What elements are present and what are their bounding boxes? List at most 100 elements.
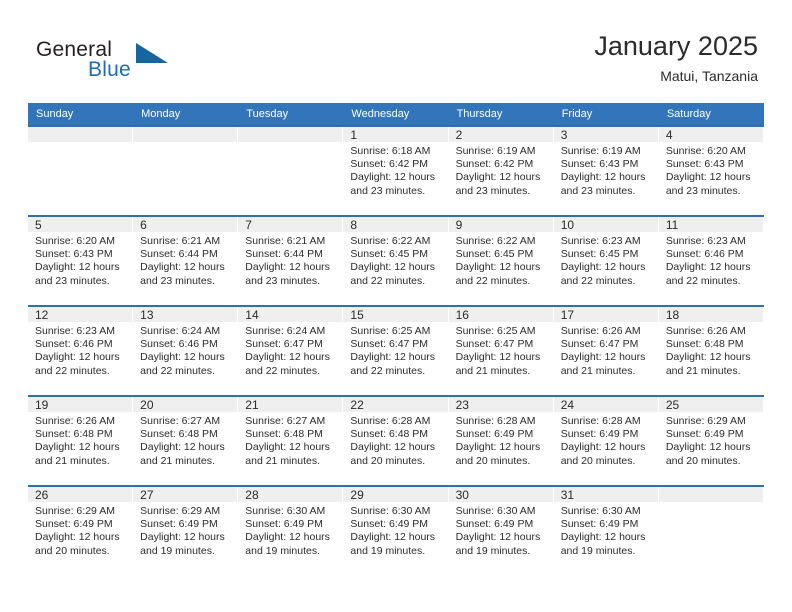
day-cell[interactable]: 22 Sunrise: 6:28 AM Sunset: 6:48 PM Dayl… <box>343 397 449 485</box>
day-cell[interactable]: 30 Sunrise: 6:30 AM Sunset: 6:49 PM Dayl… <box>448 487 554 575</box>
daylight-text-line2: and 19 minutes. <box>455 544 531 557</box>
day-info: Sunrise: 6:20 AM Sunset: 6:43 PM Dayligh… <box>28 232 132 288</box>
daylight-text-line1: Daylight: 12 hours <box>560 441 646 454</box>
sunrise-text: Sunrise: 6:29 AM <box>140 505 221 517</box>
day-cell[interactable]: 10 Sunrise: 6:23 AM Sunset: 6:45 PM Dayl… <box>553 217 659 305</box>
day-cell[interactable]: 8 Sunrise: 6:22 AM Sunset: 6:45 PM Dayli… <box>343 217 449 305</box>
day-number: 26 <box>35 488 49 502</box>
day-cell[interactable]: 23 Sunrise: 6:28 AM Sunset: 6:49 PM Dayl… <box>448 397 554 485</box>
day-cell[interactable]: 31 Sunrise: 6:30 AM Sunset: 6:49 PM Dayl… <box>553 487 659 575</box>
day-number: 3 <box>560 128 568 142</box>
sunrise-text: Sunrise: 6:18 AM <box>350 145 431 157</box>
day-info: Sunrise: 6:22 AM Sunset: 6:45 PM Dayligh… <box>343 232 447 288</box>
general-blue-logo[interactable]: General Blue <box>36 38 236 86</box>
day-info: Sunrise: 6:30 AM Sunset: 6:49 PM Dayligh… <box>554 502 658 558</box>
daylight-text-line2: and 23 minutes. <box>560 184 636 197</box>
day-cell[interactable]: 14 Sunrise: 6:24 AM Sunset: 6:47 PM Dayl… <box>238 307 344 395</box>
sunrise-text: Sunrise: 6:28 AM <box>560 415 641 427</box>
day-number-band <box>448 127 553 142</box>
daylight-text-line2: and 20 minutes. <box>350 454 426 467</box>
day-cell[interactable]: 25 Sunrise: 6:29 AM Sunset: 6:49 PM Dayl… <box>658 397 764 485</box>
sunrise-text: Sunrise: 6:30 AM <box>455 505 536 517</box>
sunset-text: Sunset: 6:47 PM <box>560 338 639 351</box>
sunset-text: Sunset: 6:49 PM <box>455 428 534 441</box>
day-number-band <box>238 127 343 142</box>
day-cell[interactable]: 29 Sunrise: 6:30 AM Sunset: 6:49 PM Dayl… <box>343 487 449 575</box>
day-cell[interactable]: 15 Sunrise: 6:25 AM Sunset: 6:47 PM Dayl… <box>343 307 449 395</box>
sunrise-text: Sunrise: 6:29 AM <box>665 415 746 427</box>
day-cell[interactable]: 12 Sunrise: 6:23 AM Sunset: 6:46 PM Dayl… <box>28 307 134 395</box>
day-cell[interactable]: 1 Sunrise: 6:18 AM Sunset: 6:42 PM Dayli… <box>343 127 449 215</box>
weekday-header-tuesday: Tuesday <box>246 108 289 120</box>
day-info: Sunrise: 6:24 AM Sunset: 6:46 PM Dayligh… <box>133 322 237 378</box>
sunrise-text: Sunrise: 6:26 AM <box>35 415 115 427</box>
sunrise-text: Sunrise: 6:30 AM <box>245 505 326 517</box>
day-number: 19 <box>35 398 49 412</box>
daylight-text-line1: Daylight: 12 hours <box>245 441 330 454</box>
sunrise-text: Sunrise: 6:22 AM <box>350 235 431 247</box>
daylight-text-line1: Daylight: 12 hours <box>665 261 751 274</box>
calendar-page: General Blue January 2025 Matui, Tanzani… <box>0 0 792 612</box>
day-info: Sunrise: 6:19 AM Sunset: 6:42 PM Dayligh… <box>449 142 553 198</box>
daylight-text-line2: and 22 minutes. <box>350 364 426 377</box>
day-number: 27 <box>140 488 154 502</box>
day-number: 22 <box>350 398 364 412</box>
day-cell <box>28 127 134 215</box>
day-info: Sunrise: 6:30 AM Sunset: 6:49 PM Dayligh… <box>449 502 553 558</box>
day-cell[interactable]: 11 Sunrise: 6:23 AM Sunset: 6:46 PM Dayl… <box>658 217 764 305</box>
calendar-week-row: 19 Sunrise: 6:26 AM Sunset: 6:48 PM Dayl… <box>28 395 764 485</box>
day-number-band <box>553 127 658 142</box>
day-info: Sunrise: 6:18 AM Sunset: 6:42 PM Dayligh… <box>343 142 447 198</box>
daylight-text-line1: Daylight: 12 hours <box>140 441 225 454</box>
sunset-text: Sunset: 6:46 PM <box>665 248 744 261</box>
sunset-text: Sunset: 6:48 PM <box>350 428 429 441</box>
day-number: 21 <box>245 398 259 412</box>
day-number: 16 <box>455 308 469 322</box>
day-cell[interactable]: 19 Sunrise: 6:26 AM Sunset: 6:48 PM Dayl… <box>28 397 134 485</box>
day-cell[interactable]: 26 Sunrise: 6:29 AM Sunset: 6:49 PM Dayl… <box>28 487 134 575</box>
daylight-text-line1: Daylight: 12 hours <box>665 441 751 454</box>
day-cell[interactable]: 4 Sunrise: 6:20 AM Sunset: 6:43 PM Dayli… <box>658 127 764 215</box>
day-number-band <box>133 127 238 142</box>
day-number-band <box>343 217 448 232</box>
day-cell[interactable]: 16 Sunrise: 6:25 AM Sunset: 6:47 PM Dayl… <box>448 307 554 395</box>
day-number-band <box>238 217 343 232</box>
day-info: Sunrise: 6:22 AM Sunset: 6:45 PM Dayligh… <box>449 232 553 288</box>
sunrise-text: Sunrise: 6:19 AM <box>560 145 641 157</box>
weekday-header-saturday: Saturday <box>666 108 711 120</box>
day-info: Sunrise: 6:29 AM Sunset: 6:49 PM Dayligh… <box>659 412 763 468</box>
day-cell[interactable]: 3 Sunrise: 6:19 AM Sunset: 6:43 PM Dayli… <box>553 127 659 215</box>
day-cell[interactable]: 24 Sunrise: 6:28 AM Sunset: 6:49 PM Dayl… <box>553 397 659 485</box>
day-cell[interactable]: 2 Sunrise: 6:19 AM Sunset: 6:42 PM Dayli… <box>448 127 554 215</box>
daylight-text-line1: Daylight: 12 hours <box>140 351 225 364</box>
day-cell[interactable]: 13 Sunrise: 6:24 AM Sunset: 6:46 PM Dayl… <box>133 307 239 395</box>
sunset-text: Sunset: 6:49 PM <box>35 518 113 531</box>
day-cell[interactable]: 28 Sunrise: 6:30 AM Sunset: 6:49 PM Dayl… <box>238 487 344 575</box>
weekday-header-sunday: Sunday <box>36 108 74 120</box>
daylight-text-line2: and 20 minutes. <box>665 454 741 467</box>
daylight-text-line1: Daylight: 12 hours <box>560 171 646 184</box>
daylight-text-line2: and 19 minutes. <box>140 544 215 557</box>
daylight-text-line2: and 20 minutes. <box>35 544 110 557</box>
day-cell[interactable]: 27 Sunrise: 6:29 AM Sunset: 6:49 PM Dayl… <box>133 487 239 575</box>
day-number-band <box>28 127 133 142</box>
day-cell[interactable]: 18 Sunrise: 6:26 AM Sunset: 6:48 PM Dayl… <box>658 307 764 395</box>
day-info: Sunrise: 6:29 AM Sunset: 6:49 PM Dayligh… <box>133 502 237 558</box>
day-cell[interactable]: 9 Sunrise: 6:22 AM Sunset: 6:45 PM Dayli… <box>448 217 554 305</box>
day-cell[interactable]: 20 Sunrise: 6:27 AM Sunset: 6:48 PM Dayl… <box>133 397 239 485</box>
day-number: 6 <box>140 218 147 232</box>
day-cell[interactable]: 5 Sunrise: 6:20 AM Sunset: 6:43 PM Dayli… <box>28 217 134 305</box>
calendar-table: Sunday Monday Tuesday Wednesday Thursday… <box>28 103 764 575</box>
sunrise-text: Sunrise: 6:30 AM <box>350 505 431 517</box>
day-cell[interactable]: 21 Sunrise: 6:27 AM Sunset: 6:48 PM Dayl… <box>238 397 344 485</box>
daylight-text-line1: Daylight: 12 hours <box>35 531 120 544</box>
day-cell[interactable]: 7 Sunrise: 6:21 AM Sunset: 6:44 PM Dayli… <box>238 217 344 305</box>
day-number: 8 <box>350 218 358 232</box>
day-cell[interactable]: 6 Sunrise: 6:21 AM Sunset: 6:44 PM Dayli… <box>133 217 239 305</box>
sunset-text: Sunset: 6:44 PM <box>140 248 218 261</box>
day-number-band <box>658 127 763 142</box>
sunrise-text: Sunrise: 6:23 AM <box>35 325 115 337</box>
daylight-text-line2: and 23 minutes. <box>35 274 110 287</box>
daylight-text-line1: Daylight: 12 hours <box>560 531 646 544</box>
day-cell[interactable]: 17 Sunrise: 6:26 AM Sunset: 6:47 PM Dayl… <box>553 307 659 395</box>
